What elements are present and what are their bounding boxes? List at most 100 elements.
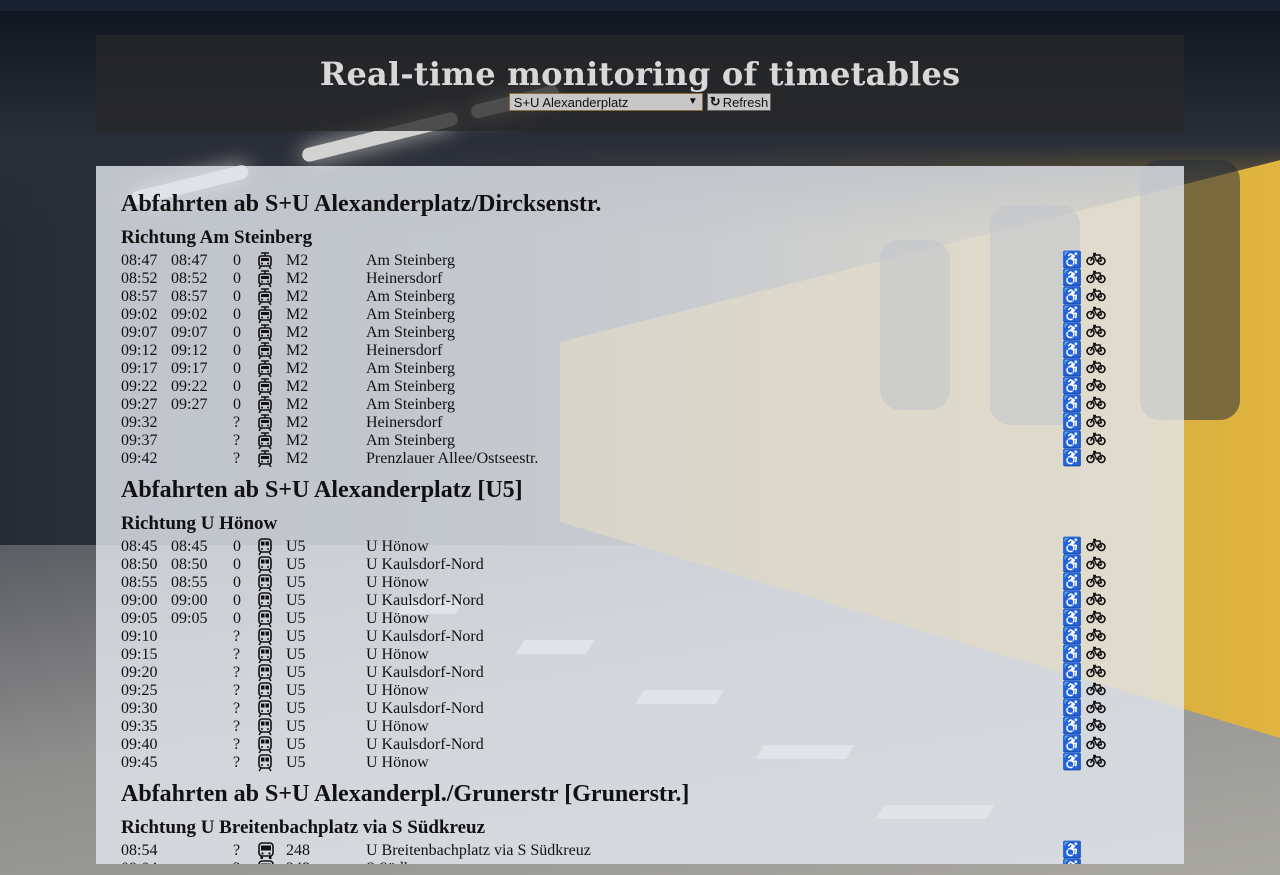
destination: U Hönow [366, 610, 429, 627]
destination: Am Steinberg [366, 252, 456, 269]
departure-row: 09:30? U5 U Kaulsdorf-Nord ♿ [121, 700, 1184, 718]
departure-row: 08:57 08:57 0 M2 Am Steinberg ♿ [121, 288, 1184, 306]
destination: Am Steinberg [366, 396, 456, 413]
wheelchair-icon: ♿ [1062, 378, 1082, 395]
bike-icon [1086, 610, 1106, 629]
departure-row: 09:10? U5 U Kaulsdorf-Nord ♿ [121, 628, 1184, 646]
departures-list: Abfahrten ab S+U Alexanderplatz/Dircksen… [96, 166, 1184, 864]
line-name: M2 [286, 450, 309, 467]
departure-section: Abfahrten ab S+U Alexanderplatz [U5] Rich… [121, 474, 1184, 772]
delay-value: 0 [233, 252, 241, 269]
bike-icon [1086, 538, 1106, 557]
wheelchair-icon: ♿ [1062, 718, 1082, 735]
departure-row: 08:52 08:52 0 M2 Heinersdorf ♿ [121, 270, 1184, 288]
wheelchair-icon: ♿ [1062, 574, 1082, 591]
chevron-down-icon: ▼ [687, 96, 698, 107]
tram-icon [257, 252, 275, 270]
tram-icon [257, 414, 275, 432]
stop-title: Abfahrten ab S+U Alexanderpl./Grunerstr … [121, 781, 690, 807]
stop-title: Abfahrten ab S+U Alexanderplatz [U5] [121, 477, 523, 503]
departure-row: 09:02 09:02 0 M2 Am Steinberg ♿ [121, 306, 1184, 324]
departure-row: 09:42? M2 Prenzlauer Allee/Ostseestr. ♿ [121, 450, 1184, 468]
line-name: M2 [286, 432, 309, 449]
line-name: M2 [286, 360, 309, 377]
delay-value: 0 [233, 396, 241, 413]
line-name: M2 [286, 270, 309, 287]
delay-value: 0 [233, 592, 241, 609]
station-controls: S+U Alexanderplatz ▼ ↻ Refresh [96, 93, 1184, 111]
line-name: U5 [286, 682, 306, 699]
departure-row: 08:54? 248 U Breitenbachplatz via S Südkre… [121, 842, 1184, 860]
delay-value: 0 [233, 538, 241, 555]
departure-row: 09:00 09:00 0 U5 U Kaulsdorf-Nord ♿ [121, 592, 1184, 610]
delay-value: 0 [233, 556, 241, 573]
subway-icon [257, 556, 275, 574]
delay-value: ? [233, 628, 241, 645]
departure-section: Abfahrten ab S+U Alexanderplatz/Dircksen… [121, 188, 1184, 468]
departure-row: 09:07 09:07 0 M2 Am Steinberg ♿ [121, 324, 1184, 342]
departures-panel: Abfahrten ab S+U Alexanderplatz/Dircksen… [96, 166, 1184, 864]
bike-icon [1086, 252, 1106, 271]
scheduled-time: 08:57 [121, 288, 158, 305]
delay-value: ? [233, 842, 241, 859]
wheelchair-icon: ♿ [1062, 556, 1082, 573]
scheduled-time: 09:35 [121, 718, 158, 735]
header-panel: Real-time monitoring of timetables S+U A… [96, 35, 1184, 131]
destination: Heinersdorf [366, 270, 443, 287]
refresh-button[interactable]: ↻ Refresh [706, 93, 772, 111]
scheduled-time: 09:45 [121, 754, 158, 771]
scheduled-time: 09:12 [121, 342, 158, 359]
destination: U Hönow [366, 718, 429, 735]
delay-value: ? [233, 736, 241, 753]
line-name: M2 [286, 396, 309, 413]
wheelchair-icon: ♿ [1062, 538, 1082, 555]
destination: U Kaulsdorf-Nord [366, 556, 484, 573]
subway-icon [257, 700, 275, 718]
departure-row: 09:12 09:12 0 M2 Heinersdorf ♿ [121, 342, 1184, 360]
subway-icon [257, 628, 275, 646]
wheelchair-icon: ♿ [1062, 288, 1082, 305]
bike-icon [1086, 592, 1106, 611]
line-name: U5 [286, 646, 306, 663]
scheduled-time: 09:05 [121, 610, 158, 627]
destination: Am Steinberg [366, 378, 456, 395]
bike-icon [1086, 736, 1106, 755]
line-name: M2 [286, 324, 309, 341]
subway-icon [257, 646, 275, 664]
wheelchair-icon: ♿ [1062, 646, 1082, 663]
subway-icon [257, 682, 275, 700]
stop-title: Abfahrten ab S+U Alexanderplatz/Dircksen… [121, 191, 602, 217]
destination: U Kaulsdorf-Nord [366, 736, 484, 753]
tram-icon [257, 342, 275, 360]
delay-value: 0 [233, 342, 241, 359]
bike-icon [1086, 664, 1106, 683]
bus-icon [257, 860, 275, 864]
station-select[interactable]: S+U Alexanderplatz ▼ [508, 93, 703, 111]
delay-value: ? [233, 682, 241, 699]
scheduled-time: 08:52 [121, 270, 158, 287]
subway-icon [257, 718, 275, 736]
departure-row: 09:35? U5 U Hönow ♿ [121, 718, 1184, 736]
delay-value: ? [233, 860, 240, 864]
scheduled-time: 09:04 [121, 860, 157, 864]
delay-value: ? [233, 432, 241, 449]
realtime-time: 08:55 [171, 574, 208, 591]
bike-icon [1086, 700, 1106, 719]
delay-value: ? [233, 414, 241, 431]
destination: Am Steinberg [366, 432, 456, 449]
wheelchair-icon: ♿ [1062, 342, 1082, 359]
delay-value: 0 [233, 306, 241, 323]
tram-icon [257, 288, 275, 306]
bike-icon [1086, 574, 1106, 593]
line-name: U5 [286, 664, 306, 681]
scheduled-time: 09:00 [121, 592, 158, 609]
line-name: U5 [286, 700, 306, 717]
tram-icon [257, 378, 275, 396]
departure-row: 09:05 09:05 0 U5 U Hönow ♿ [121, 610, 1184, 628]
subway-icon [257, 754, 275, 772]
scheduled-time: 08:50 [121, 556, 158, 573]
line-name: M2 [286, 414, 309, 431]
refresh-label: Refresh [722, 94, 769, 110]
scheduled-time: 09:02 [121, 306, 158, 323]
tram-icon [257, 324, 275, 342]
